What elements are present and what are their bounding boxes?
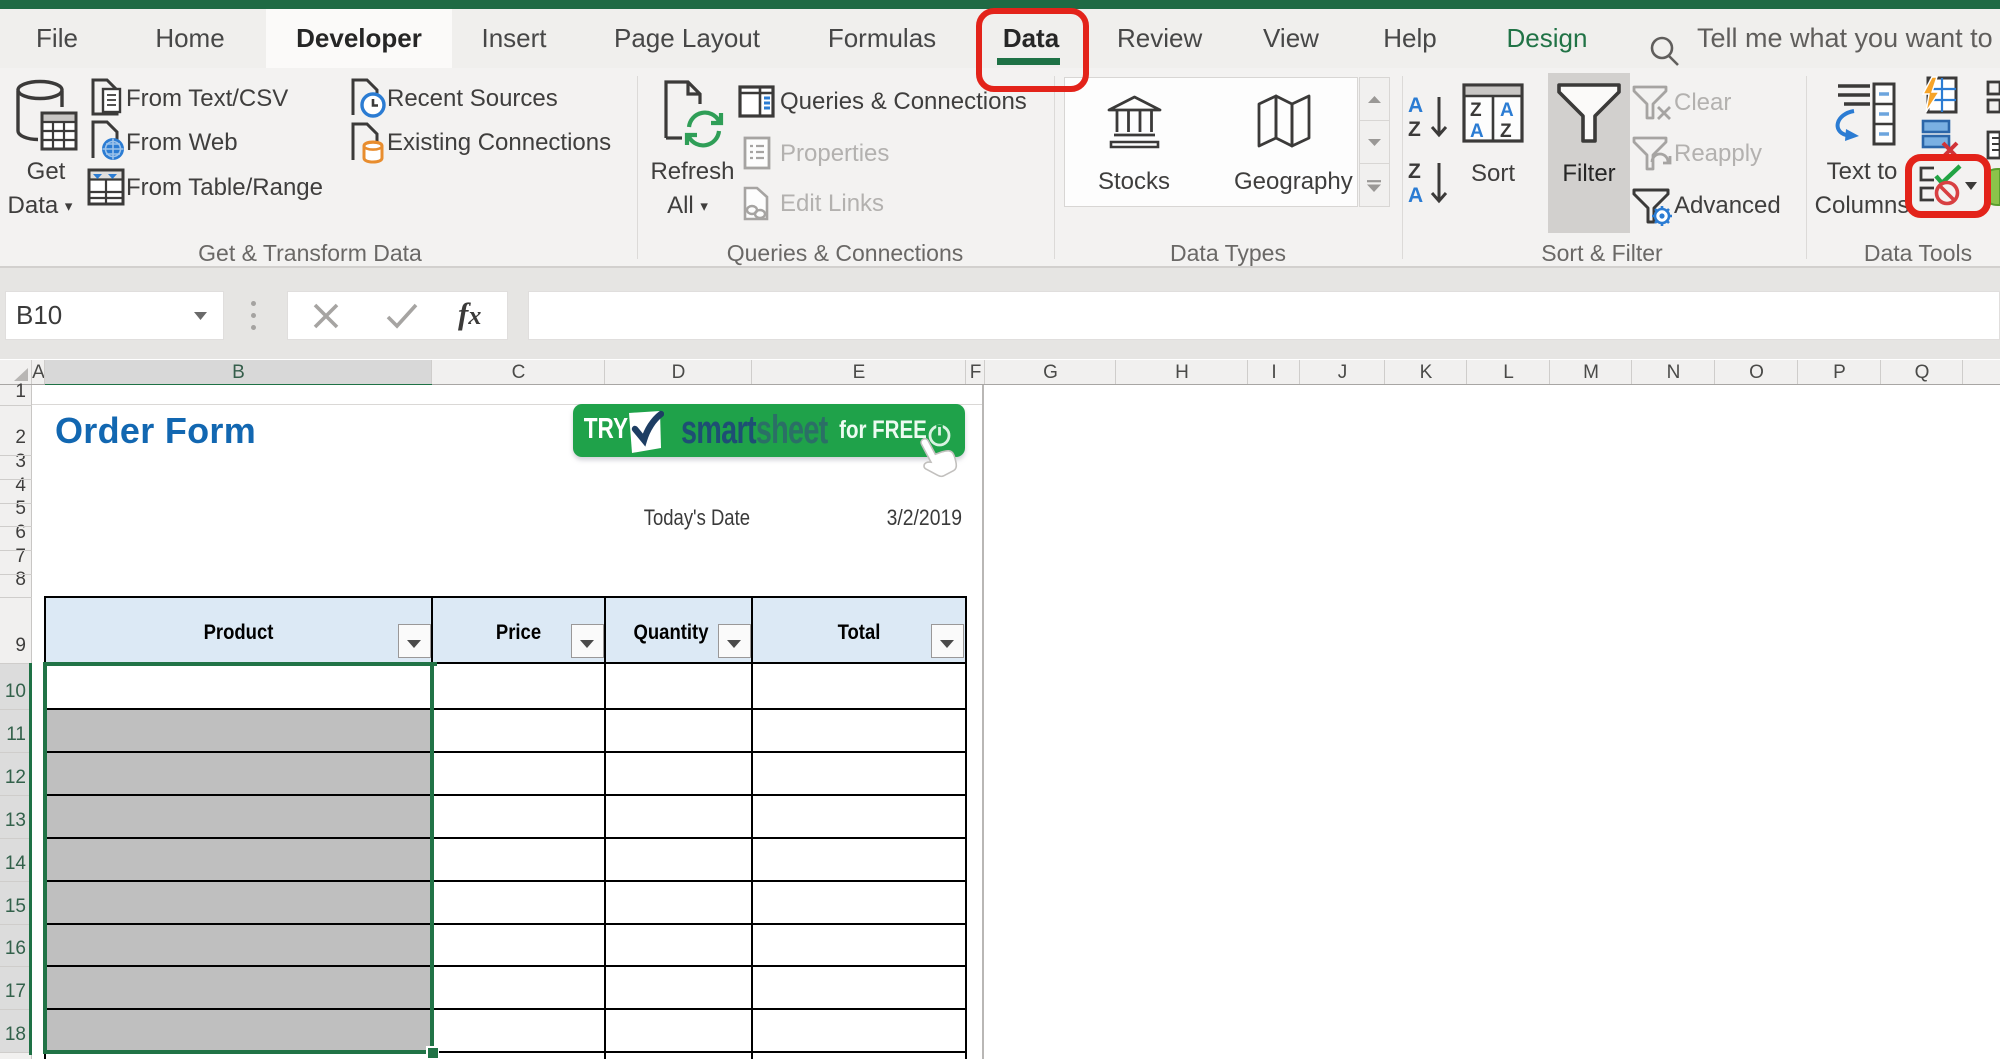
svg-text:Z: Z (1500, 121, 1512, 142)
svg-text:A: A (1500, 100, 1514, 121)
svg-text:Z: Z (1470, 100, 1482, 121)
svg-text:A: A (1470, 121, 1484, 142)
svg-text:Z: Z (1408, 160, 1421, 183)
svg-text:Z: Z (1408, 118, 1421, 140)
svg-text:A: A (1408, 184, 1423, 206)
svg-text:A: A (1408, 94, 1423, 117)
